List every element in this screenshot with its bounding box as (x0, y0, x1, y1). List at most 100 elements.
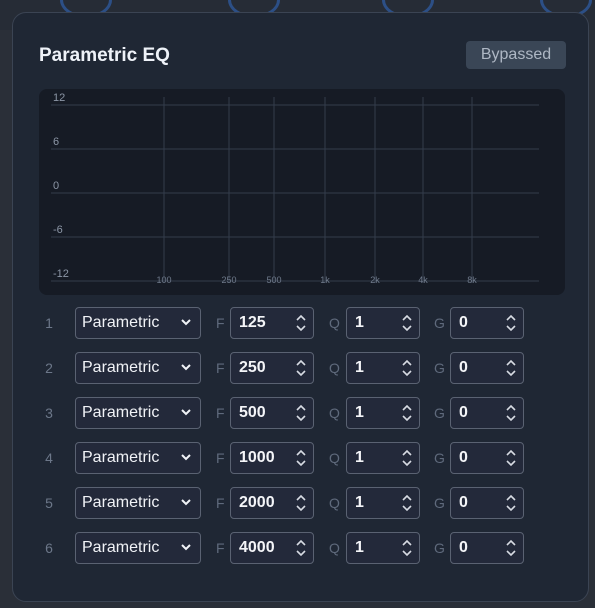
parametric-eq-panel: Parametric EQ Bypassed 12 6 0 -6 -12 100 250 50… (12, 12, 589, 602)
gain-field-letter: G (434, 495, 445, 511)
freq-field-letter: F (216, 450, 225, 466)
gain-spinbox[interactable]: 0 (450, 352, 524, 384)
band-type-select[interactable]: Parametric (75, 397, 201, 429)
eq-response-graph: 12 6 0 -6 -12 100 250 500 1k 2k 4k 8k (39, 89, 565, 295)
gain-tick-label: -12 (53, 268, 69, 280)
chevron-down-icon (180, 537, 192, 562)
band-type-value: Parametric (82, 539, 160, 556)
band-type-select[interactable]: Parametric (75, 532, 201, 564)
q-spinbox[interactable]: 1 (346, 397, 420, 429)
up-down-spinner-icon[interactable] (295, 311, 307, 335)
freq-spinbox[interactable]: 500 (230, 397, 314, 429)
gain-tick-label: -6 (53, 224, 63, 236)
up-down-spinner-icon[interactable] (401, 311, 413, 335)
freq-spinbox[interactable]: 1000 (230, 442, 314, 474)
q-field-letter: Q (329, 450, 340, 466)
freq-value: 2000 (239, 494, 275, 511)
q-value: 1 (355, 494, 364, 511)
up-down-spinner-icon[interactable] (295, 356, 307, 380)
panel-title: Parametric EQ (39, 45, 170, 66)
up-down-spinner-icon[interactable] (401, 446, 413, 470)
freq-tick-label: 100 (156, 275, 171, 285)
up-down-spinner-icon[interactable] (401, 401, 413, 425)
eq-graph-svg: 12 6 0 -6 -12 100 250 500 1k 2k 4k 8k (51, 92, 539, 285)
freq-value: 250 (239, 359, 266, 376)
freq-tick-label: 8k (467, 275, 477, 285)
gain-field-letter: G (434, 450, 445, 466)
freq-field-letter: F (216, 495, 225, 511)
up-down-spinner-icon[interactable] (295, 401, 307, 425)
freq-field-letter: F (216, 540, 225, 556)
up-down-spinner-icon[interactable] (505, 311, 517, 335)
band-type-value: Parametric (82, 404, 160, 421)
chevron-down-icon (180, 447, 192, 472)
band-type-select[interactable]: Parametric (75, 307, 201, 339)
gain-spinbox[interactable]: 0 (450, 487, 524, 519)
freq-field-letter: F (216, 360, 225, 376)
up-down-spinner-icon[interactable] (505, 536, 517, 560)
band-type-value: Parametric (82, 449, 160, 466)
band-number: 6 (45, 540, 53, 556)
gain-spinbox[interactable]: 0 (450, 397, 524, 429)
freq-tick-label: 500 (266, 275, 281, 285)
up-down-spinner-icon[interactable] (401, 491, 413, 515)
up-down-spinner-icon[interactable] (505, 401, 517, 425)
gain-tick-label: 6 (53, 136, 59, 148)
up-down-spinner-icon[interactable] (295, 446, 307, 470)
q-spinbox[interactable]: 1 (346, 352, 420, 384)
gain-tick-label: 12 (53, 92, 65, 104)
q-spinbox[interactable]: 1 (346, 532, 420, 564)
up-down-spinner-icon[interactable] (295, 536, 307, 560)
eq-band-row: 4 Parametric F 1000 Q 1 G 0 (13, 442, 590, 476)
gain-value: 0 (459, 359, 468, 376)
q-value: 1 (355, 314, 364, 331)
q-value: 1 (355, 404, 364, 421)
up-down-spinner-icon[interactable] (295, 491, 307, 515)
band-type-select[interactable]: Parametric (75, 442, 201, 474)
up-down-spinner-icon[interactable] (505, 491, 517, 515)
band-number: 4 (45, 450, 53, 466)
band-type-value: Parametric (82, 314, 160, 331)
q-spinbox[interactable]: 1 (346, 487, 420, 519)
up-down-spinner-icon[interactable] (505, 446, 517, 470)
gain-tick-label: 0 (53, 180, 59, 192)
gain-spinbox[interactable]: 0 (450, 532, 524, 564)
freq-spinbox[interactable]: 4000 (230, 532, 314, 564)
freq-value: 4000 (239, 539, 275, 556)
q-spinbox[interactable]: 1 (346, 442, 420, 474)
freq-spinbox[interactable]: 250 (230, 352, 314, 384)
bypass-button[interactable]: Bypassed (466, 41, 566, 69)
up-down-spinner-icon[interactable] (401, 536, 413, 560)
freq-value: 125 (239, 314, 266, 331)
q-value: 1 (355, 449, 364, 466)
q-field-letter: Q (329, 540, 340, 556)
gain-value: 0 (459, 539, 468, 556)
up-down-spinner-icon[interactable] (401, 356, 413, 380)
q-value: 1 (355, 359, 364, 376)
gain-field-letter: G (434, 540, 445, 556)
up-down-spinner-icon[interactable] (505, 356, 517, 380)
q-spinbox[interactable]: 1 (346, 307, 420, 339)
gain-field-letter: G (434, 315, 445, 331)
chevron-down-icon (180, 312, 192, 337)
q-field-letter: Q (329, 495, 340, 511)
gain-value: 0 (459, 404, 468, 421)
eq-band-row: 6 Parametric F 4000 Q 1 G 0 (13, 532, 590, 566)
eq-band-row: 2 Parametric F 250 Q 1 G 0 (13, 352, 590, 386)
freq-spinbox[interactable]: 2000 (230, 487, 314, 519)
gain-spinbox[interactable]: 0 (450, 307, 524, 339)
band-type-select[interactable]: Parametric (75, 352, 201, 384)
band-type-select[interactable]: Parametric (75, 487, 201, 519)
chevron-down-icon (180, 357, 192, 382)
chevron-down-icon (180, 492, 192, 517)
freq-tick-label: 1k (320, 275, 330, 285)
eq-band-row: 3 Parametric F 500 Q 1 G 0 (13, 397, 590, 431)
freq-spinbox[interactable]: 125 (230, 307, 314, 339)
freq-tick-label: 4k (418, 275, 428, 285)
band-type-value: Parametric (82, 494, 160, 511)
gain-value: 0 (459, 449, 468, 466)
gain-value: 0 (459, 314, 468, 331)
band-number: 2 (45, 360, 53, 376)
gain-spinbox[interactable]: 0 (450, 442, 524, 474)
freq-tick-label: 2k (370, 275, 380, 285)
